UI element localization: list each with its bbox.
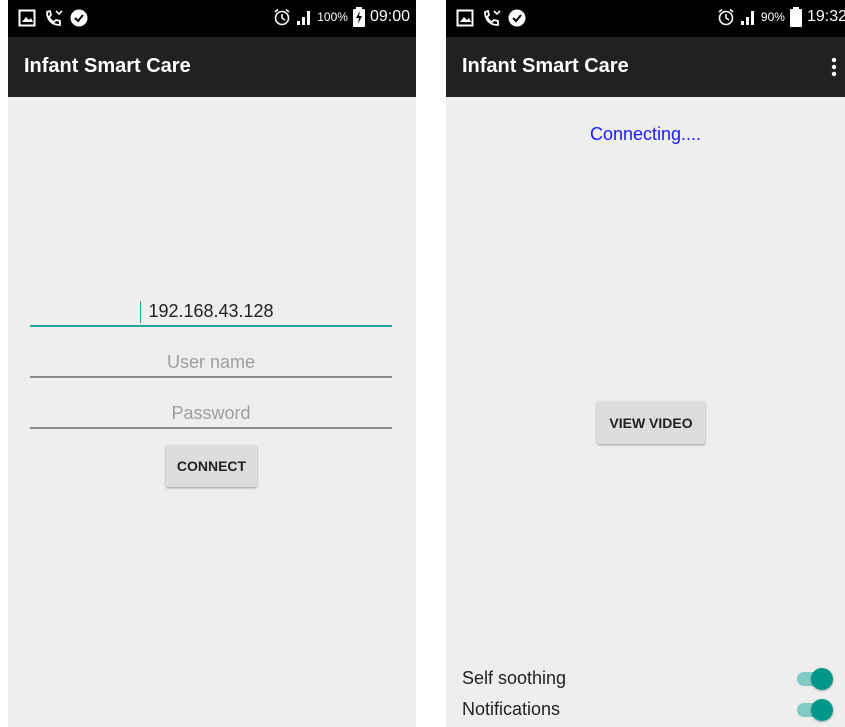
alarm-icon xyxy=(718,8,734,26)
gallery-icon xyxy=(18,9,36,27)
notifications-row: Notifications xyxy=(462,695,837,723)
self-soothing-row: Self soothing xyxy=(462,664,837,692)
gallery-icon xyxy=(456,9,474,27)
username-input[interactable] xyxy=(30,348,392,378)
self-soothing-switch[interactable] xyxy=(797,668,833,690)
check-circle-icon xyxy=(70,9,88,27)
check-circle-icon xyxy=(508,9,526,27)
signal-icon xyxy=(297,11,311,25)
phone-missed-icon xyxy=(46,9,63,26)
app-title: Infant Smart Care xyxy=(462,55,629,77)
connect-button[interactable]: CONNECT xyxy=(166,445,257,487)
app-bar: Infant Smart Care xyxy=(446,37,845,97)
switch-thumb xyxy=(811,699,833,721)
clock: 19:32 xyxy=(806,8,845,25)
alarm-icon xyxy=(274,8,290,26)
phone-missed-icon xyxy=(484,9,501,26)
password-input[interactable] xyxy=(30,399,392,429)
battery-percent: 100% xyxy=(317,10,348,24)
text-cursor xyxy=(140,301,141,323)
connection-status: Connecting.... xyxy=(589,124,702,144)
battery-charging-icon xyxy=(352,7,365,27)
clock: 09:00 xyxy=(369,8,410,25)
status-bar: 100% 09:00 xyxy=(8,0,416,37)
login-screen: 100% 09:00 Infant Smart Care CONNECT xyxy=(8,0,416,727)
status-bar: 90% 19:32 xyxy=(446,0,845,37)
battery-percent: 90% xyxy=(760,10,785,24)
signal-icon xyxy=(740,11,754,25)
switch-thumb xyxy=(811,668,833,690)
app-title: Infant Smart Care xyxy=(24,55,191,77)
battery-icon xyxy=(789,7,802,27)
notifications-switch[interactable] xyxy=(797,699,833,721)
monitor-screen: 90% 19:32 Infant Smart Care Connecting..… xyxy=(446,0,845,727)
overflow-menu-icon[interactable] xyxy=(831,57,837,77)
ip-address-input[interactable] xyxy=(30,297,392,327)
app-bar: Infant Smart Care xyxy=(8,37,416,97)
view-video-button[interactable]: VIEW VIDEO xyxy=(597,401,705,444)
self-soothing-label: Self soothing xyxy=(462,668,567,688)
notifications-label: Notifications xyxy=(462,699,561,719)
